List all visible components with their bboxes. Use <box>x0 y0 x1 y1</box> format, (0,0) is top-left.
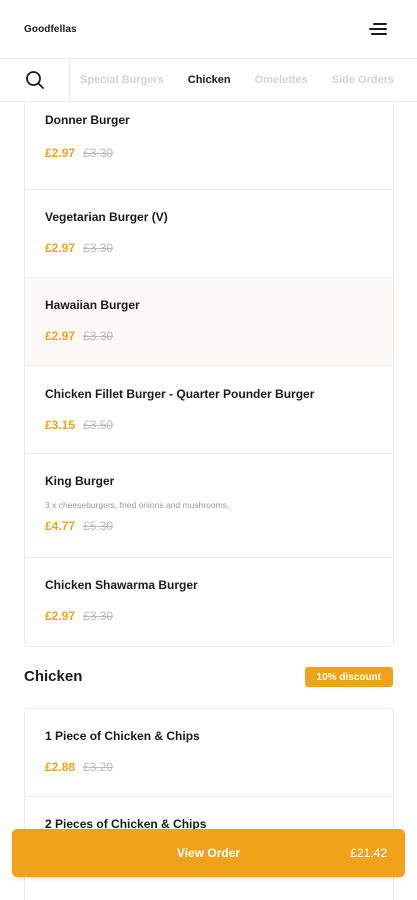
menu-item-king-burger[interactable]: King Burger 3 x cheeseburgers, fried oni… <box>25 454 393 558</box>
menu-content[interactable]: Donner Burger £2.97 £3.30 Vegetarian Bur… <box>0 103 417 900</box>
item-name: King Burger <box>45 474 115 488</box>
menu-item-donner-burger[interactable]: Donner Burger £2.97 £3.30 <box>25 103 393 190</box>
burgers-card: Donner Burger £2.97 £3.30 Vegetarian Bur… <box>24 103 394 647</box>
section-title-chicken: Chicken <box>24 668 83 685</box>
menu-item-vegetarian-burger[interactable]: Vegetarian Burger (V) £2.97 £3.30 <box>25 190 393 278</box>
item-name: Vegetarian Burger (V) <box>45 210 168 224</box>
top-bar: Goodfellas <box>0 0 417 58</box>
item-prices: £2.88 £3.20 <box>45 760 113 774</box>
item-name: Chicken Shawarma Burger <box>45 578 198 592</box>
item-prices: £2.97 £3.30 <box>45 329 113 343</box>
item-price: £3.15 <box>45 418 76 432</box>
item-price: £2.97 <box>45 146 76 160</box>
item-description: 3 x cheeseburgers, fried onions and mush… <box>45 500 230 510</box>
hamburger-menu-icon[interactable] <box>367 21 387 37</box>
item-price: £2.97 <box>45 609 76 623</box>
category-bar: Special Burgers Chicken Omelettes Side O… <box>0 58 417 102</box>
item-name: Hawaiian Burger <box>45 298 140 312</box>
search-icon <box>25 71 44 89</box>
menu-item-hawaiian-burger[interactable]: Hawaiian Burger £2.97 £3.30 <box>25 278 393 366</box>
item-price: £2.88 <box>45 760 76 774</box>
category-tabs: Special Burgers Chicken Omelettes Side O… <box>70 74 417 86</box>
item-old-price: £3.30 <box>83 609 114 623</box>
item-old-price: £3.30 <box>83 241 114 255</box>
item-prices: £2.97 £3.30 <box>45 609 113 623</box>
item-prices: £2.97 £3.30 <box>45 146 113 160</box>
item-old-price: £5.30 <box>83 519 114 533</box>
item-old-price: £3.30 <box>83 329 114 343</box>
item-prices: £3.15 £3.50 <box>45 418 113 432</box>
item-price: £4.77 <box>45 519 76 533</box>
menu-item-1-piece-chicken-chips[interactable]: 1 Piece of Chicken & Chips £2.88 £3.20 <box>25 709 393 797</box>
menu-item-chicken-fillet-burger[interactable]: Chicken Fillet Burger - Quarter Pounder … <box>25 366 393 454</box>
tab-special-burgers[interactable]: Special Burgers <box>80 74 164 86</box>
item-prices: £2.97 £3.30 <box>45 241 113 255</box>
item-name: Donner Burger <box>45 113 130 127</box>
tab-side-orders[interactable]: Side Orders <box>332 74 394 86</box>
item-price: £2.97 <box>45 329 76 343</box>
item-name: 1 Piece of Chicken & Chips <box>45 729 200 743</box>
discount-badge: 10% discount <box>304 667 393 687</box>
view-order-label: View Order <box>176 846 241 860</box>
item-old-price: £3.20 <box>83 760 114 774</box>
search-button[interactable] <box>0 59 70 101</box>
tab-omelettes[interactable]: Omelettes <box>255 74 308 86</box>
brand-name[interactable]: Goodfellas <box>24 24 77 35</box>
item-name: Chicken Fillet Burger - Quarter Pounder … <box>45 387 315 401</box>
item-old-price: £3.50 <box>83 418 114 432</box>
item-old-price: £3.30 <box>83 146 114 160</box>
item-price: £2.97 <box>45 241 76 255</box>
menu-item-chicken-shawarma-burger[interactable]: Chicken Shawarma Burger £2.97 £3.30 <box>25 558 393 646</box>
order-total: £21.42 <box>350 846 387 860</box>
tab-chicken[interactable]: Chicken <box>188 74 231 86</box>
view-order-button[interactable]: View Order £21.42 <box>12 829 405 877</box>
item-prices: £4.77 £5.30 <box>45 519 113 533</box>
